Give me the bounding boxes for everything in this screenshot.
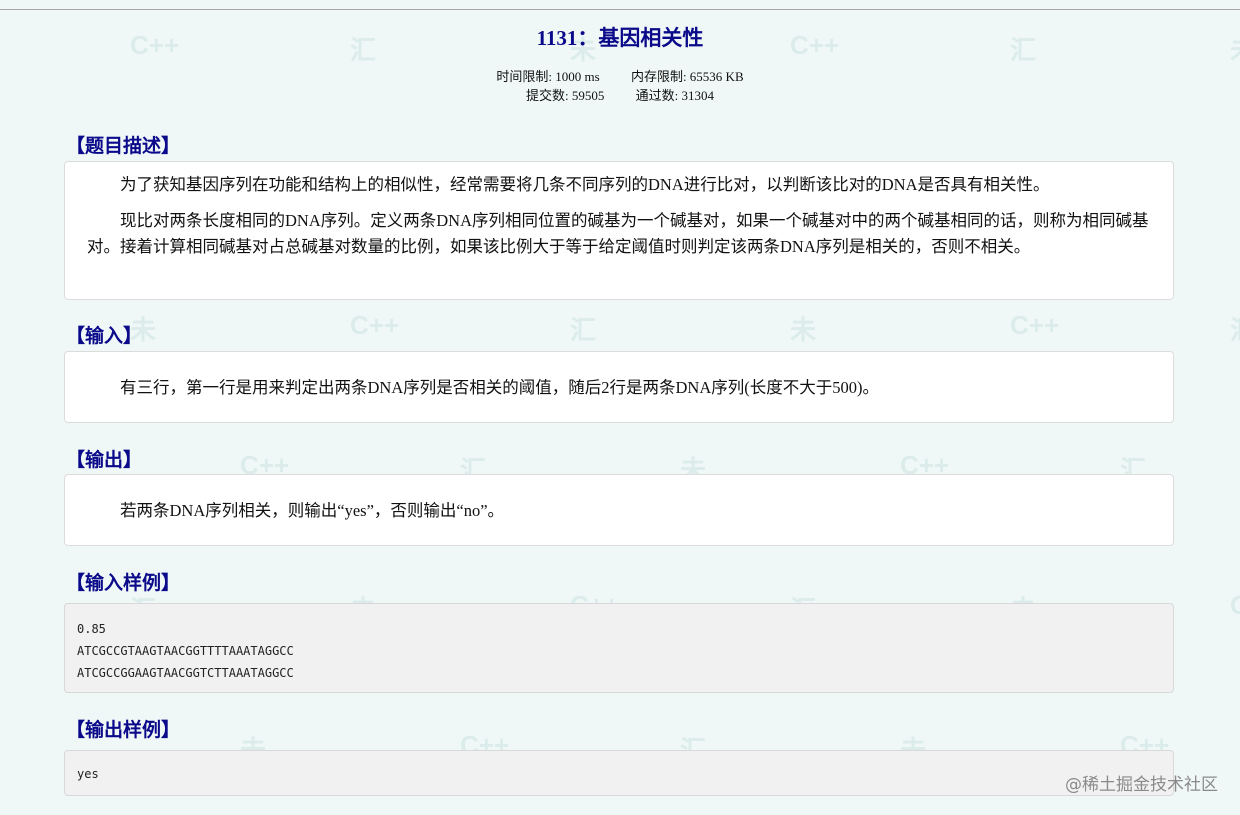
description-box: 为了获知基因序列在功能和结构上的相似性，经常需要将几条不同序列的DNA进行比对，… [64, 161, 1174, 300]
input-description: 有三行，第一行是用来判定出两条DNA序列是否相关的阈值，随后2行是两条DNA序列… [120, 378, 879, 397]
input-box: 有三行，第一行是用来判定出两条DNA序列是否相关的阈值，随后2行是两条DNA序列… [64, 351, 1174, 423]
problem-header: 1131：基因相关性 时间限制: 1000 ms 内存限制: 65536 KB … [0, 24, 1240, 105]
output-heading: 【输出】 [66, 449, 143, 471]
watermark-glyph: C++ [1230, 590, 1240, 620]
watermark-glyph: 汇 [570, 315, 597, 345]
description-paragraph: 现比对两条长度相同的DNA序列。定义两条DNA序列相同位置的碱基为一个碱基对，如… [87, 211, 1149, 256]
site-watermark: @稀土掘金技术社区 [1065, 775, 1218, 795]
memory-limit: 内存限制: 65536 KB [630, 69, 744, 84]
watermark-glyph: 未 [790, 315, 817, 345]
description-heading: 【题目描述】 [66, 135, 181, 157]
sample-input-heading: 【输入样例】 [66, 572, 181, 594]
output-box: 若两条DNA序列相关，则输出“yes”，否则输出“no”。 [64, 474, 1174, 546]
sample-output-line: yes [77, 767, 99, 781]
watermark-glyph: C++ [1010, 310, 1060, 340]
sample-input-line: ATCGCCGTAAGTAACGGTTTTAAATAGGCC [77, 644, 294, 658]
top-divider [0, 9, 1240, 10]
description-paragraph: 为了获知基因序列在功能和结构上的相似性，经常需要将几条不同序列的DNA进行比对，… [120, 175, 1050, 194]
problem-meta: 时间限制: 1000 ms 内存限制: 65536 KB 提交数: 59505 … [0, 67, 1240, 105]
problem-title: 1131：基因相关性 [536, 26, 704, 50]
watermark-glyph: C++ [350, 310, 400, 340]
submission-count: 提交数: 59505 [526, 88, 605, 103]
sample-output-heading: 【输出样例】 [66, 719, 181, 741]
watermark-glyph: 汇 [1230, 310, 1240, 347]
output-description: 若两条DNA序列相关，则输出“yes”，否则输出“no”。 [120, 501, 505, 520]
sample-input-line: 0.85 [77, 622, 106, 636]
input-heading: 【输入】 [66, 325, 143, 347]
accepted-count: 通过数: 31304 [635, 88, 714, 103]
sample-output-block[interactable]: yes [64, 750, 1174, 796]
sample-input-line: ATCGCCGGAAGTAACGGTCTTAAATAGGCC [77, 666, 294, 680]
sample-input-block[interactable]: 0.85 ATCGCCGTAAGTAACGGTTTTAAATAGGCC ATCG… [64, 603, 1174, 693]
time-limit: 时间限制: 1000 ms [496, 69, 600, 84]
